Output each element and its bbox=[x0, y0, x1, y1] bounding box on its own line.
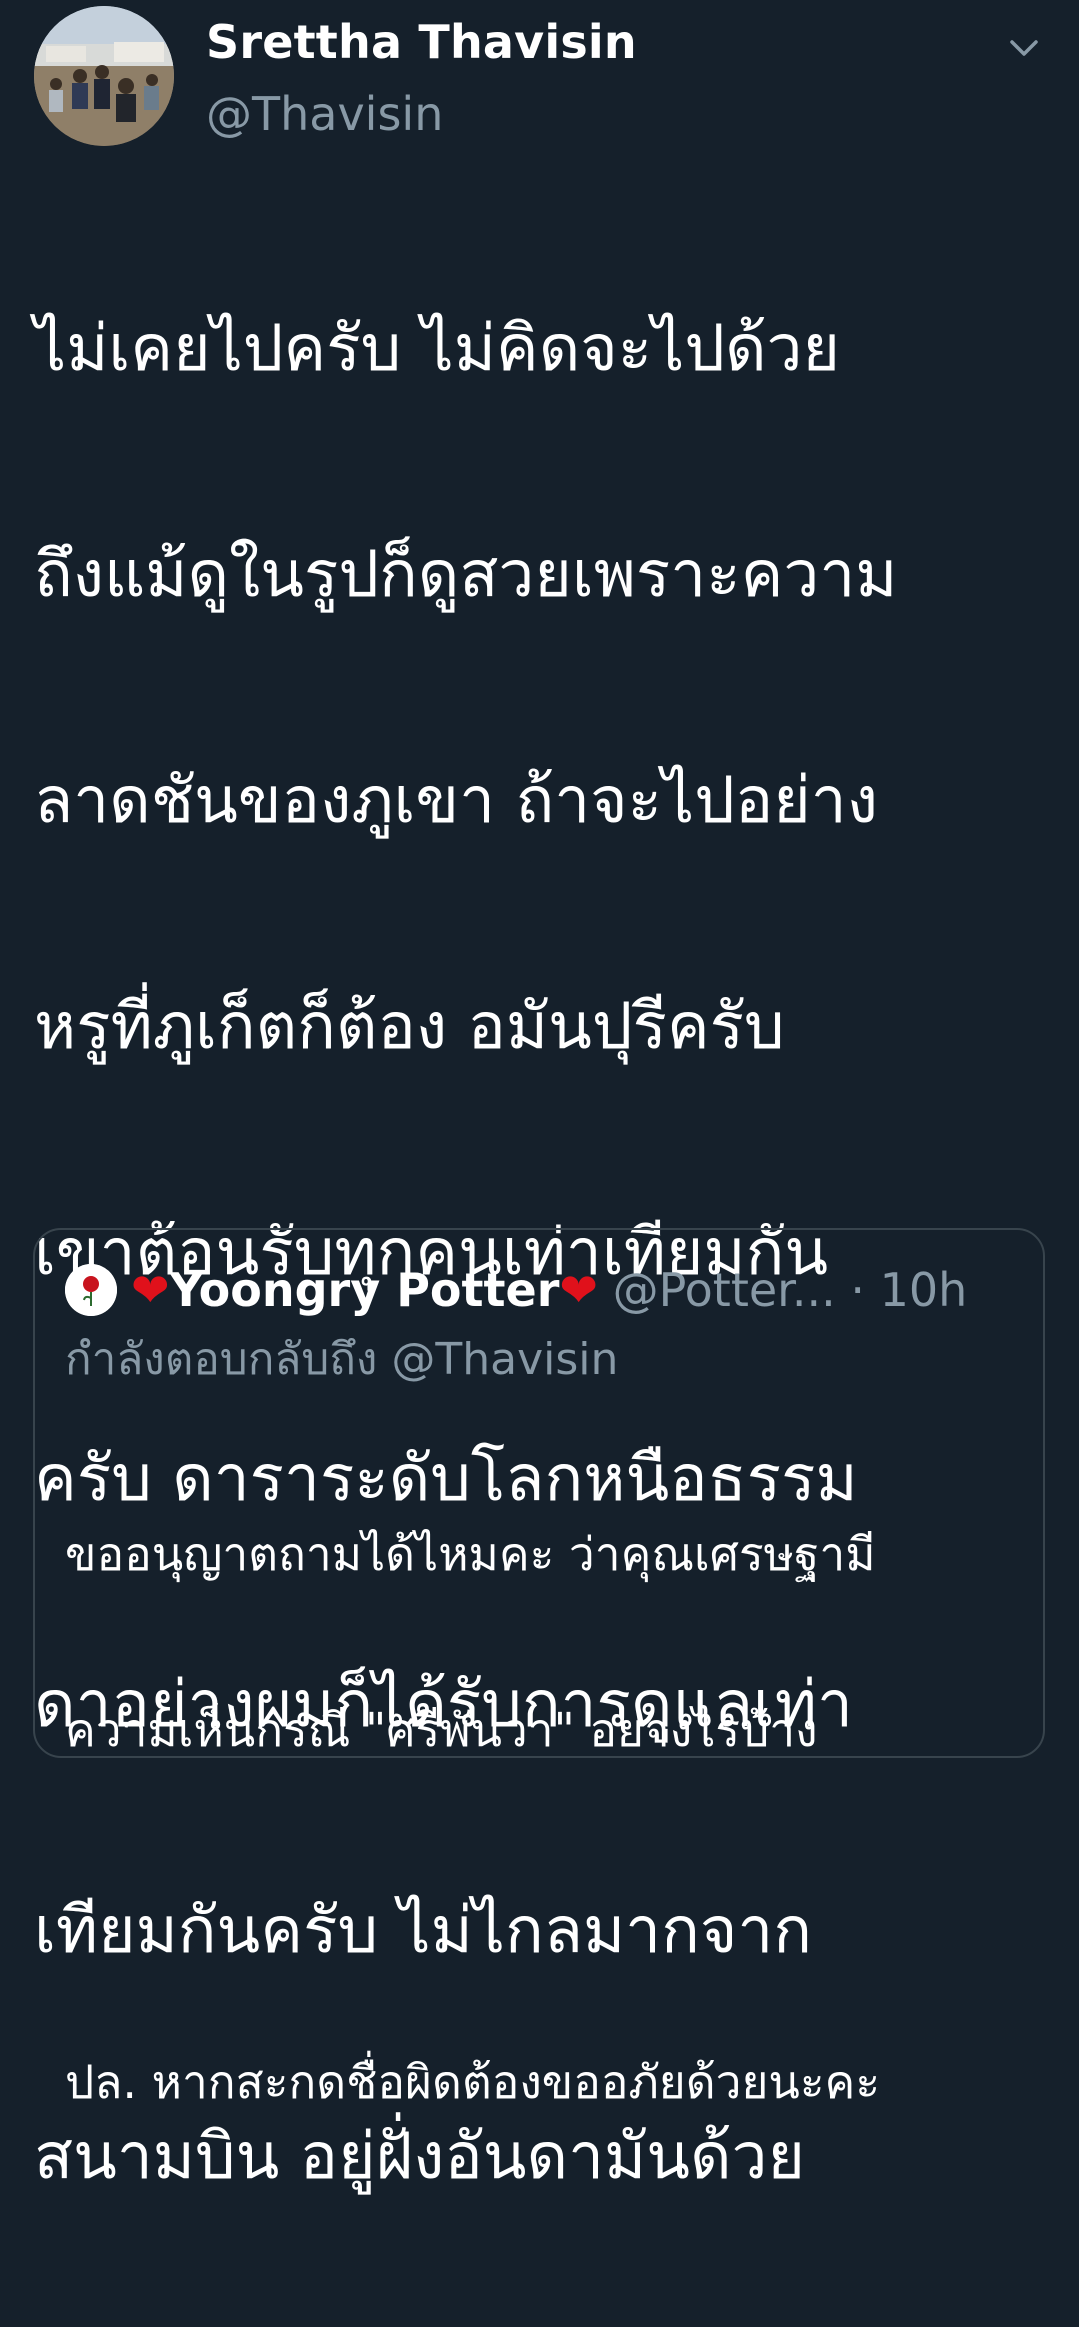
heart-icon: ❤ bbox=[131, 1263, 170, 1317]
reply-to-line: กำลังตอบกลับถึง @Thavisin bbox=[65, 1330, 618, 1390]
quoted-tweet-header: ❤Yoongry Potter❤ @Potter... · 10h bbox=[65, 1260, 1025, 1320]
separator-dot: · bbox=[850, 1263, 865, 1317]
author-names: Srettha Thavisin @Thavisin bbox=[206, 12, 637, 144]
quoted-author-line: ❤Yoongry Potter❤ @Potter... · 10h bbox=[131, 1260, 967, 1320]
reply-to-handle[interactable]: @Thavisin bbox=[391, 1334, 618, 1385]
quoted-handle[interactable]: @Potter... bbox=[613, 1263, 836, 1317]
tweet-header: Srettha Thavisin @Thavisin bbox=[34, 6, 1044, 146]
heart-icon: ❤ bbox=[559, 1263, 598, 1317]
quoted-tweet-text: ขออนุญาตถามได้ไหมคะ ว่าคุณเศรษฐามี ความเ… bbox=[65, 1422, 1015, 2214]
profile-photo-icon bbox=[34, 6, 174, 146]
quoted-timestamp[interactable]: 10h bbox=[880, 1263, 968, 1317]
quoted-text-line: ขออนุญาตถามได้ไหมคะ ว่าคุณเศรษฐามี bbox=[65, 1527, 876, 1581]
quoted-author-avatar[interactable] bbox=[65, 1264, 117, 1316]
tweet-text-line: ไม่เคยไปครับ ไม่คิดจะไปด้วย bbox=[34, 312, 840, 386]
quoted-text-line bbox=[65, 1862, 1015, 1950]
tweet-text-line: หรูที่ภูเก็ตก็ต้อง อมันปุรีครับ bbox=[34, 990, 785, 1064]
author-avatar[interactable] bbox=[34, 6, 174, 146]
tweet-text-line: ถึงแม้ดูในรูปก็ดูสวยเพราะความ bbox=[34, 538, 898, 612]
quoted-tweet[interactable]: ❤Yoongry Potter❤ @Potter... · 10h กำลังต… bbox=[33, 1228, 1045, 2109]
author-display-name[interactable]: Srettha Thavisin bbox=[206, 12, 637, 72]
author-handle[interactable]: @Thavisin bbox=[206, 84, 637, 144]
tweet-text-line: ลาดชันของภูเขา ถ้าจะไปอย่าง bbox=[34, 764, 878, 838]
quoted-display-name[interactable]: Yoongry Potter bbox=[170, 1263, 560, 1317]
reply-to-label: กำลังตอบกลับถึง bbox=[65, 1334, 378, 1385]
rose-icon bbox=[65, 1264, 117, 1316]
tweet: Srettha Thavisin @Thavisin ไม่เคยไปครับ … bbox=[0, 0, 1079, 2194]
quoted-text-line: ปล. หากสะกดชื่อผิดต้องขออภัยด้วยนะคะ bbox=[65, 2055, 881, 2109]
quoted-text-line: ความเห็นกรณี "ศรีพันวา" อย่างไรบ้าง bbox=[65, 1703, 818, 1757]
chevron-down-icon[interactable] bbox=[1004, 28, 1044, 68]
